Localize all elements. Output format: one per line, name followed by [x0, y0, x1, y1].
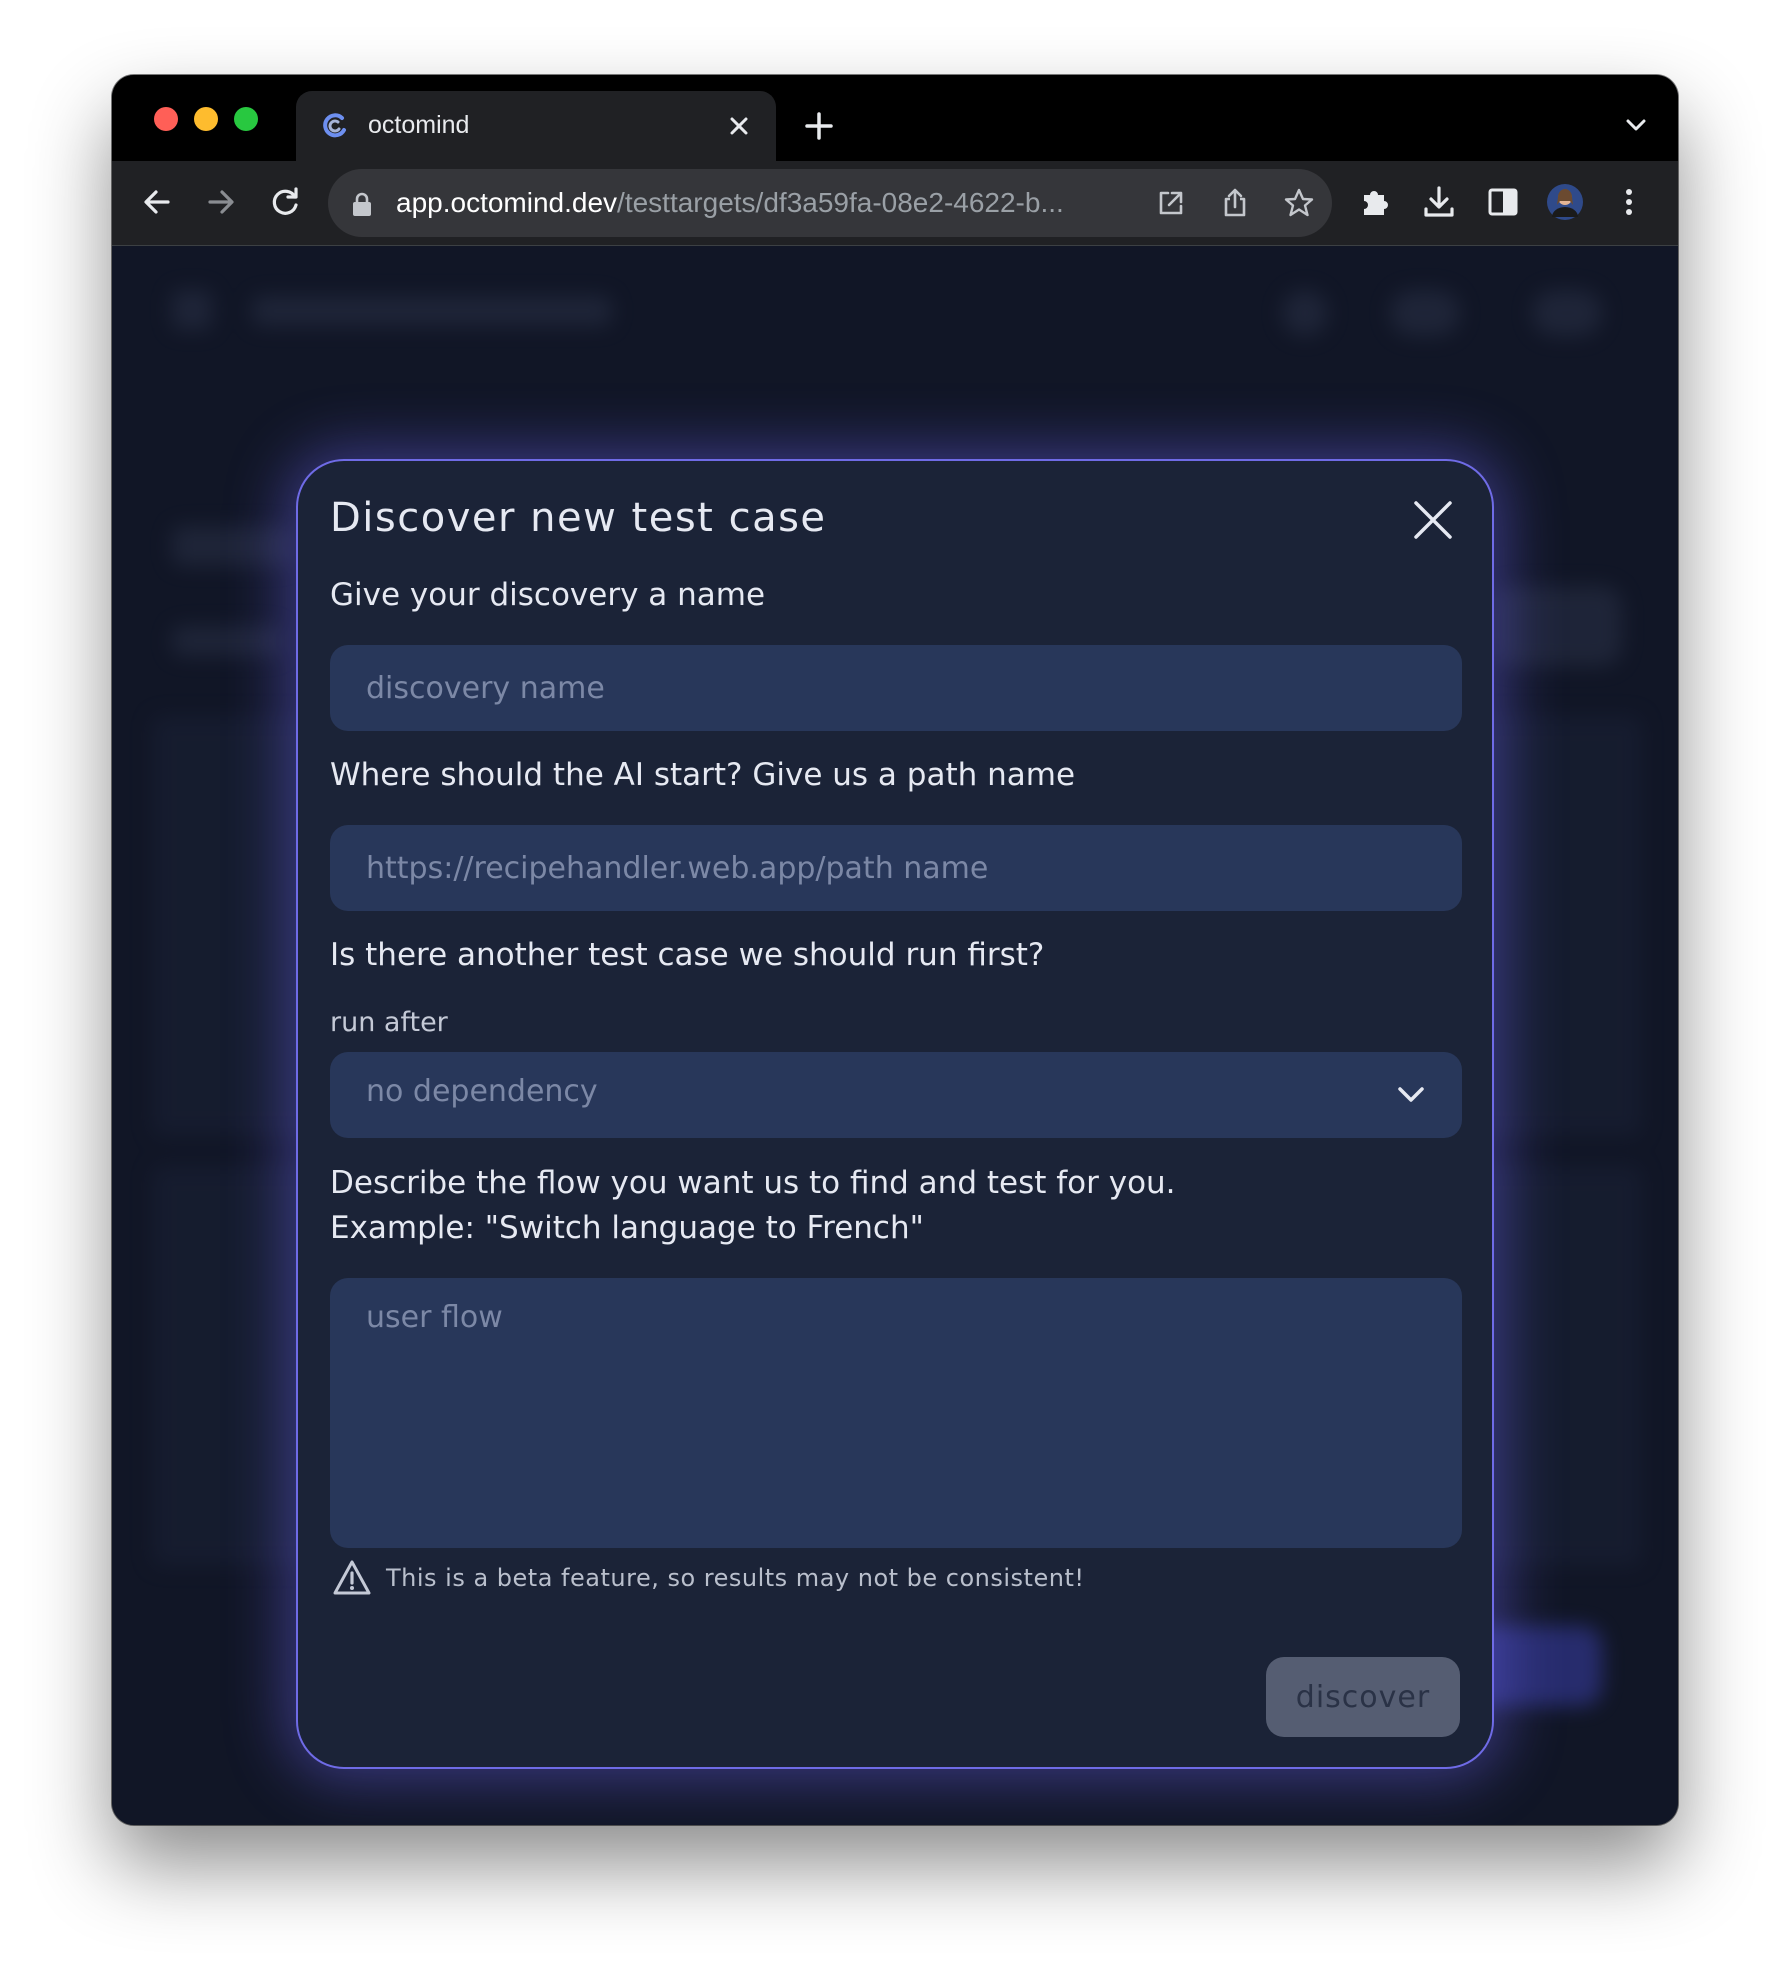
url-path: /testtargets/df3a59fa-08e2-4622-b... — [617, 187, 1064, 218]
dependency-question: Is there another test case we should run… — [330, 937, 1045, 973]
run-after-label: run after — [330, 1007, 448, 1038]
share-icon[interactable] — [1218, 186, 1252, 220]
start-path-label: Where should the AI start? Give us a pat… — [330, 757, 1076, 793]
dialog-title: Discover new test case — [330, 495, 827, 541]
run-after-selected-value: no dependency — [366, 1074, 598, 1109]
bg-text — [172, 626, 282, 656]
tab-title: octomind — [368, 111, 470, 139]
chevron-down-icon[interactable] — [1622, 111, 1650, 139]
page-viewport: Discover new test case Give your discove… — [112, 246, 1678, 1825]
close-tab-icon[interactable] — [724, 111, 754, 141]
bg-menu-icon — [172, 290, 212, 330]
warning-icon — [333, 1560, 371, 1595]
close-icon[interactable] — [1410, 497, 1456, 543]
url-text[interactable]: app.octomind.dev/testtargets/df3a59fa-08… — [396, 187, 1136, 219]
url-host: app.octomind.dev — [396, 187, 618, 218]
tab-strip: octomind — [112, 75, 1678, 161]
run-after-select[interactable]: no dependency — [330, 1052, 1462, 1138]
bg-header-icon — [1532, 290, 1602, 336]
forward-arrow-icon[interactable] — [202, 183, 240, 221]
flow-description-label: Describe the flow you want us to find an… — [330, 1161, 1176, 1251]
reload-icon[interactable] — [266, 183, 304, 221]
discover-button[interactable]: discover — [1266, 1657, 1460, 1737]
discovery-name-label: Give your discovery a name — [330, 577, 766, 613]
open-external-icon[interactable] — [1154, 186, 1188, 220]
lock-icon[interactable] — [350, 191, 374, 217]
back-arrow-icon[interactable] — [138, 183, 176, 221]
profile-avatar[interactable] — [1546, 183, 1584, 221]
bg-header-icon — [1282, 290, 1328, 336]
flow-description-line1: Describe the flow you want us to find an… — [330, 1165, 1176, 1201]
bg-header-title — [252, 296, 612, 326]
extensions-puzzle-icon[interactable] — [1356, 183, 1394, 221]
download-icon[interactable] — [1420, 183, 1458, 221]
beta-warning-text: This is a beta feature, so results may n… — [386, 1564, 1085, 1592]
browser-toolbar: app.octomind.dev/testtargets/df3a59fa-08… — [112, 161, 1678, 246]
bg-text — [172, 526, 292, 566]
maximize-window-button[interactable] — [234, 107, 258, 131]
side-panel-icon[interactable] — [1484, 183, 1522, 221]
address-bar[interactable]: app.octomind.dev/testtargets/df3a59fa-08… — [328, 169, 1332, 237]
new-tab-icon[interactable] — [802, 109, 836, 143]
browser-tab-active[interactable]: octomind — [296, 91, 776, 161]
bg-header-icon — [1390, 290, 1460, 336]
bg-button — [1492, 586, 1622, 666]
start-path-input[interactable] — [330, 825, 1462, 911]
bookmark-star-icon[interactable] — [1282, 186, 1316, 220]
user-flow-textarea[interactable] — [330, 1278, 1462, 1548]
minimize-window-button[interactable] — [194, 107, 218, 131]
discovery-name-input[interactable] — [330, 645, 1462, 731]
close-window-button[interactable] — [154, 107, 178, 131]
octomind-logo-icon — [323, 113, 346, 138]
discover-test-case-dialog: Discover new test case Give your discove… — [296, 459, 1494, 1769]
flow-description-example: Example: "Switch language to French" — [330, 1210, 924, 1246]
browser-window: octomind app.octomind.dev/testtargets/df… — [112, 75, 1678, 1825]
chevron-down-icon — [1398, 1087, 1424, 1102]
more-menu-icon[interactable] — [1610, 183, 1648, 221]
